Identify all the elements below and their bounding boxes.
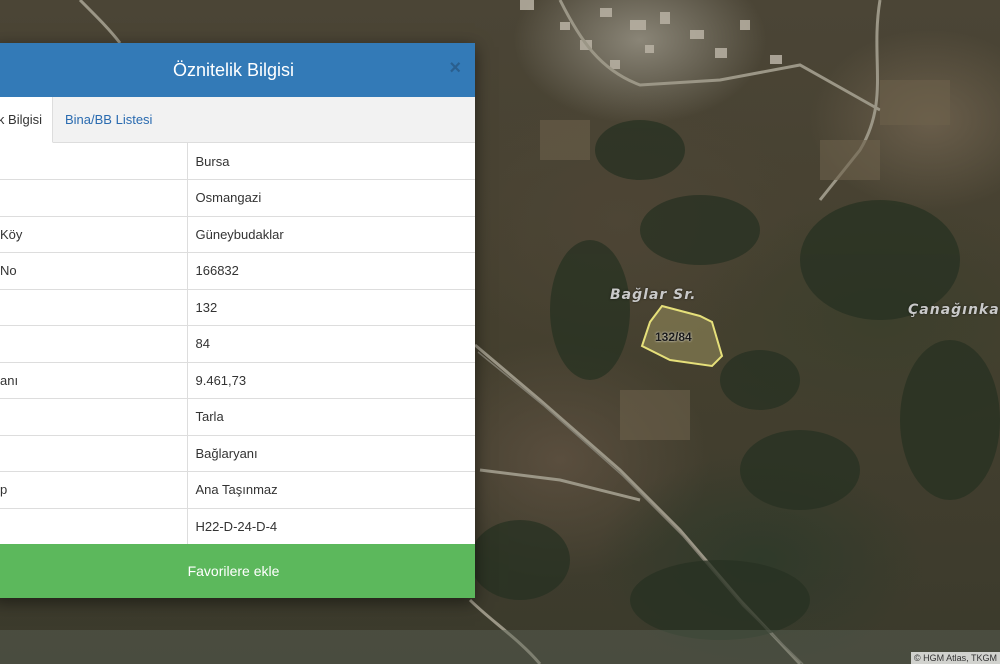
forest-patches: [470, 120, 1000, 640]
row-value: Tarla: [187, 398, 475, 436]
row-value: Bağlaryanı: [187, 435, 475, 472]
row-key: anı: [0, 362, 188, 399]
row-key: [0, 398, 188, 436]
street-label: Bağlar Sr.: [610, 287, 697, 303]
row-value: H22-D-24-D-4: [187, 508, 475, 545]
table-row: Köy Güneybudaklar: [0, 216, 475, 253]
table-row: Bağlaryanı: [0, 435, 475, 472]
dialog-header: Öznitelik Bilgisi ×: [0, 43, 475, 97]
river-strip: [0, 630, 1000, 664]
row-value: Bursa: [187, 143, 475, 180]
row-key: [0, 325, 188, 363]
row-key: Köy: [0, 216, 188, 253]
row-key: [0, 289, 188, 326]
table-row: 132: [0, 289, 475, 326]
table-row: H22-D-24-D-4: [0, 508, 475, 545]
row-value: Ana Taşınmaz: [187, 471, 475, 509]
dialog-tabs: k Bilgisi Bina/BB Listesi: [0, 97, 475, 143]
tab-attribute-info[interactable]: k Bilgisi: [0, 97, 53, 143]
dialog-title: Öznitelik Bilgisi: [172, 59, 295, 80]
row-value: 132: [187, 289, 475, 326]
row-value: 9.461,73: [187, 362, 475, 399]
village-buildings: [520, 0, 782, 69]
table-row: p Ana Taşınmaz: [0, 471, 475, 509]
area-label: Çanağınka: [908, 302, 1000, 318]
table-row: Tarla: [0, 398, 475, 436]
attribute-table: Bursa Osmangazi Köy Güneybudaklar No 16683…: [0, 143, 475, 545]
row-value: 166832: [187, 252, 475, 290]
row-key: [0, 508, 188, 545]
row-key: No: [0, 252, 188, 290]
table-row: Osmangazi: [0, 179, 475, 217]
table-row: anı 9.461,73: [0, 362, 475, 399]
add-to-favorites-button[interactable]: Favorilere ekle: [0, 544, 475, 598]
table-row: Bursa: [0, 143, 475, 180]
row-value: Güneybudaklar: [187, 216, 475, 253]
attribute-info-dialog: Öznitelik Bilgisi × k Bilgisi Bina/BB Li…: [0, 43, 475, 598]
row-key: [0, 143, 188, 180]
close-icon[interactable]: ×: [449, 58, 461, 78]
row-key: p: [0, 471, 188, 509]
row-value: Osmangazi: [187, 179, 475, 217]
row-key: [0, 179, 188, 217]
map-attribution: © HGM Atlas, TKGM: [911, 652, 1000, 664]
row-key: [0, 435, 188, 472]
table-row: No 166832: [0, 252, 475, 290]
parcel-number-label: 132/84: [655, 330, 692, 344]
tab-building-list[interactable]: Bina/BB Listesi: [53, 97, 164, 143]
table-row: 84: [0, 325, 475, 363]
row-value: 84: [187, 325, 475, 363]
